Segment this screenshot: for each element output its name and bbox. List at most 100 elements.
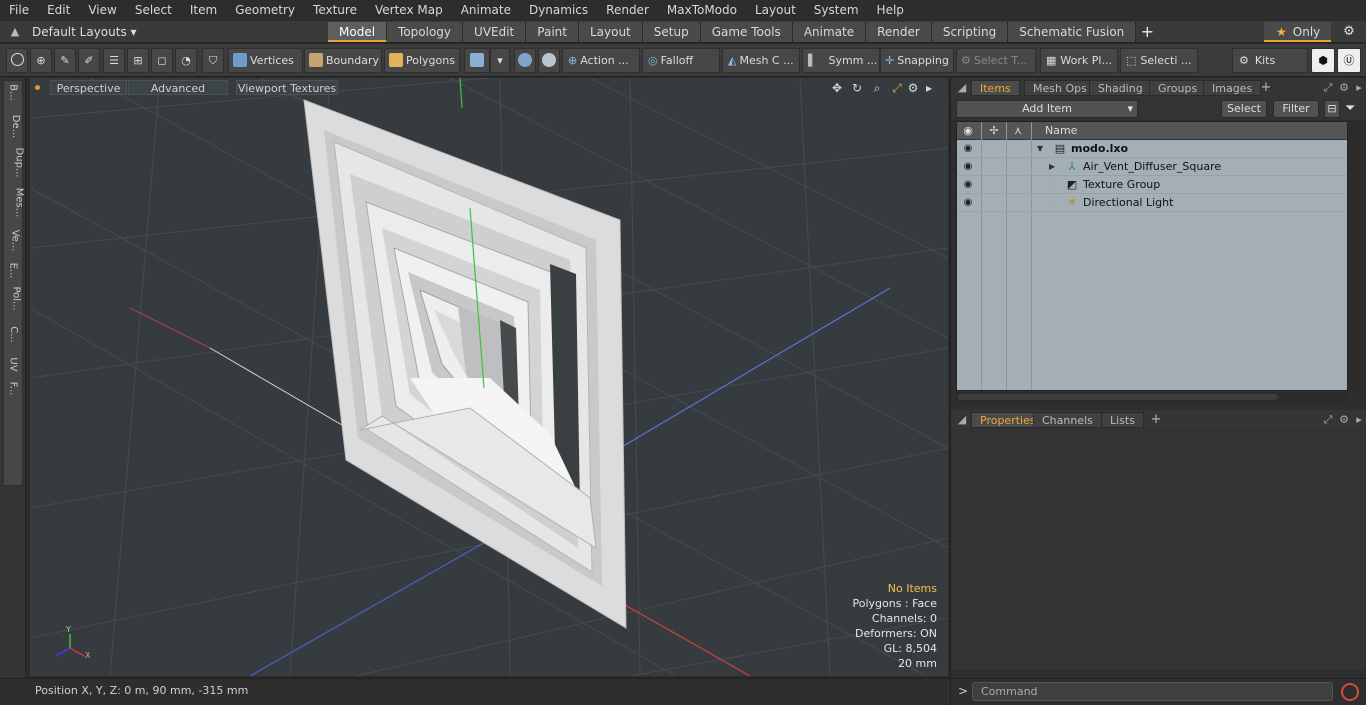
viewport-advanced-tab[interactable]: Advanced (128, 80, 228, 95)
tab-topology[interactable]: Topology (387, 22, 464, 42)
tab-groups[interactable]: Groups (1149, 80, 1207, 96)
brush-button[interactable]: ✐ (78, 48, 100, 73)
left-tab-f[interactable]: F... (4, 382, 22, 396)
viewport-textures-tab[interactable]: Viewport Textures (236, 80, 338, 95)
tab-game-tools[interactable]: Game Tools (700, 22, 793, 42)
tree-row-air-vent-diffuser-square[interactable]: ◉ ▶ ⅄ Air_Vent_Diffuser_Square (957, 158, 1347, 176)
items-panel-menu-icon[interactable]: ◢ (955, 81, 969, 95)
3d-viewport[interactable]: Y X Perspective Advanced Viewport Textur… (30, 78, 948, 676)
column-name[interactable]: Name (1045, 124, 1077, 137)
left-tab-de[interactable]: De... (4, 115, 22, 138)
left-tab-ve[interactable]: Ve... (4, 230, 22, 252)
menu-layout[interactable]: Layout (746, 0, 805, 21)
filter-button[interactable]: Filter (1273, 100, 1319, 118)
tree-row-directional-light[interactable]: ◉ · ☀ Directional Light (957, 194, 1347, 212)
square-button[interactable]: ◻ (151, 48, 173, 73)
tree-row-texture-group[interactable]: ◉ · ◩ Texture Group (957, 176, 1347, 194)
select-through-button[interactable]: ⚙ Select T... (956, 48, 1036, 73)
fit-view-icon[interactable]: ⤢ (890, 81, 904, 95)
tab-mesh-ops[interactable]: Mesh Ops (1024, 80, 1096, 96)
tree-vertical-scrollbar[interactable] (1349, 121, 1359, 391)
viewport-perspective-tab[interactable]: Perspective (50, 80, 127, 95)
only-button[interactable]: ★ Only (1264, 22, 1331, 42)
work-plane-button[interactable]: ▦ Work Pl... (1040, 48, 1118, 73)
material-dropdown[interactable]: ▾ (490, 48, 510, 73)
collapse-arrow-icon[interactable]: ▶ (1049, 160, 1059, 174)
menu-render[interactable]: Render (597, 0, 658, 21)
add-tab-icon[interactable]: + (1136, 22, 1158, 42)
action-button[interactable]: ⊕ Action ... (562, 48, 640, 73)
selection-button[interactable]: ⬚ Selecti ... (1120, 48, 1198, 73)
shield-button[interactable]: ⛉ (202, 48, 224, 73)
viewport-expand-icon[interactable]: ▸ (922, 81, 936, 95)
eye-icon[interactable]: ◉ (961, 178, 975, 192)
tree-horizontal-scrollbar[interactable] (956, 392, 1348, 402)
lock-column-icon[interactable]: ✢ (987, 124, 1001, 138)
snapping-button[interactable]: ✛ Snapping (880, 48, 954, 73)
tab-images[interactable]: Images (1203, 80, 1262, 96)
menu-dynamics[interactable]: Dynamics (520, 0, 597, 21)
select-button[interactable]: Select (1221, 100, 1267, 118)
mesh-constraint-button[interactable]: ◭ Mesh C ... (722, 48, 800, 73)
properties-add-tab-icon[interactable]: + (1149, 412, 1163, 428)
tab-paint[interactable]: Paint (526, 22, 579, 42)
items-add-tab-icon[interactable]: + (1259, 80, 1273, 96)
globe-button[interactable]: ⊕ (30, 48, 52, 73)
menu-animate[interactable]: Animate (452, 0, 520, 21)
layout-dropdown[interactable]: Default Layouts ▾ (32, 21, 137, 43)
filter-funnel-icon[interactable]: ⏷ (1345, 101, 1355, 116)
tree-row-modo-lxo[interactable]: ◉ ▼ ▤ modo.lxo (957, 140, 1347, 158)
tab-schematic-fusion[interactable]: Schematic Fusion (1008, 22, 1137, 42)
center-button[interactable]: ⊞ (127, 48, 149, 73)
record-macro-icon[interactable] (1341, 683, 1359, 701)
tab-lists[interactable]: Lists (1101, 412, 1144, 428)
visibility-column-eye-icon[interactable]: ◉ (961, 124, 975, 138)
expand-arrow-icon[interactable]: ▼ (1037, 142, 1047, 156)
render-column-icon[interactable]: ⋏ (1011, 124, 1025, 138)
align-button[interactable]: ☰ (103, 48, 125, 73)
select-circle-button[interactable] (6, 48, 28, 73)
unreal-button[interactable]: Ⓤ (1337, 48, 1361, 73)
menu-view[interactable]: View (79, 0, 125, 21)
scrollbar-thumb[interactable] (958, 394, 1278, 400)
menu-file[interactable]: File (0, 0, 38, 21)
left-tab-uv[interactable]: UV (4, 357, 22, 371)
tab-render[interactable]: Render (866, 22, 932, 42)
items-expand-icon[interactable]: ⤢ (1321, 81, 1335, 95)
viewport-settings-icon[interactable]: ⚙ (906, 81, 920, 95)
left-tab-pol[interactable]: Pol... (4, 286, 22, 310)
eye-icon[interactable]: ◉ (961, 160, 975, 174)
air-vent-diffuser-model[interactable] (303, 99, 627, 629)
kits-button[interactable]: ⚙ Kits (1232, 48, 1308, 73)
items-arrow-icon[interactable]: ▸ (1352, 81, 1366, 95)
pen-button[interactable]: ✎ (54, 48, 76, 73)
sphere-button[interactable] (514, 48, 536, 73)
tab-shading[interactable]: Shading (1089, 80, 1152, 96)
tab-animate[interactable]: Animate (792, 22, 867, 42)
menu-maxtomodo[interactable]: MaxToModo (658, 0, 746, 21)
tab-model[interactable]: Model (328, 22, 388, 42)
menu-vertex-map[interactable]: Vertex Map (366, 0, 452, 21)
layout-collapse-icon[interactable]: ▲ (8, 25, 22, 39)
tab-channels[interactable]: Channels (1033, 412, 1102, 428)
eye-icon[interactable]: ◉ (961, 196, 975, 210)
tab-layout[interactable]: Layout (578, 22, 643, 42)
tab-scripting[interactable]: Scripting (931, 22, 1009, 42)
eye-icon[interactable]: ◉ (961, 142, 975, 156)
move-view-icon[interactable]: ✥ (830, 81, 844, 95)
viewport-scene[interactable]: Y X (30, 78, 948, 676)
left-tab-dup[interactable]: Dup... (4, 148, 24, 178)
properties-panel-menu-icon[interactable]: ◢ (955, 413, 969, 427)
material-button[interactable] (464, 48, 490, 73)
rotate-view-icon[interactable]: ↻ (850, 81, 864, 95)
left-tab-e[interactable]: E... (4, 263, 22, 279)
zoom-view-icon[interactable]: ⌕ (870, 81, 884, 95)
left-tab-mes[interactable]: Mes... (4, 188, 24, 218)
pivot-button[interactable] (538, 48, 560, 73)
menu-select[interactable]: Select (126, 0, 181, 21)
tab-setup[interactable]: Setup (642, 22, 701, 42)
tab-items[interactable]: Items (971, 80, 1020, 96)
viewport-menu-dot-icon[interactable] (35, 85, 40, 90)
tab-uvedit[interactable]: UVEdit (463, 22, 527, 42)
vertices-button[interactable]: Vertices (228, 48, 303, 73)
